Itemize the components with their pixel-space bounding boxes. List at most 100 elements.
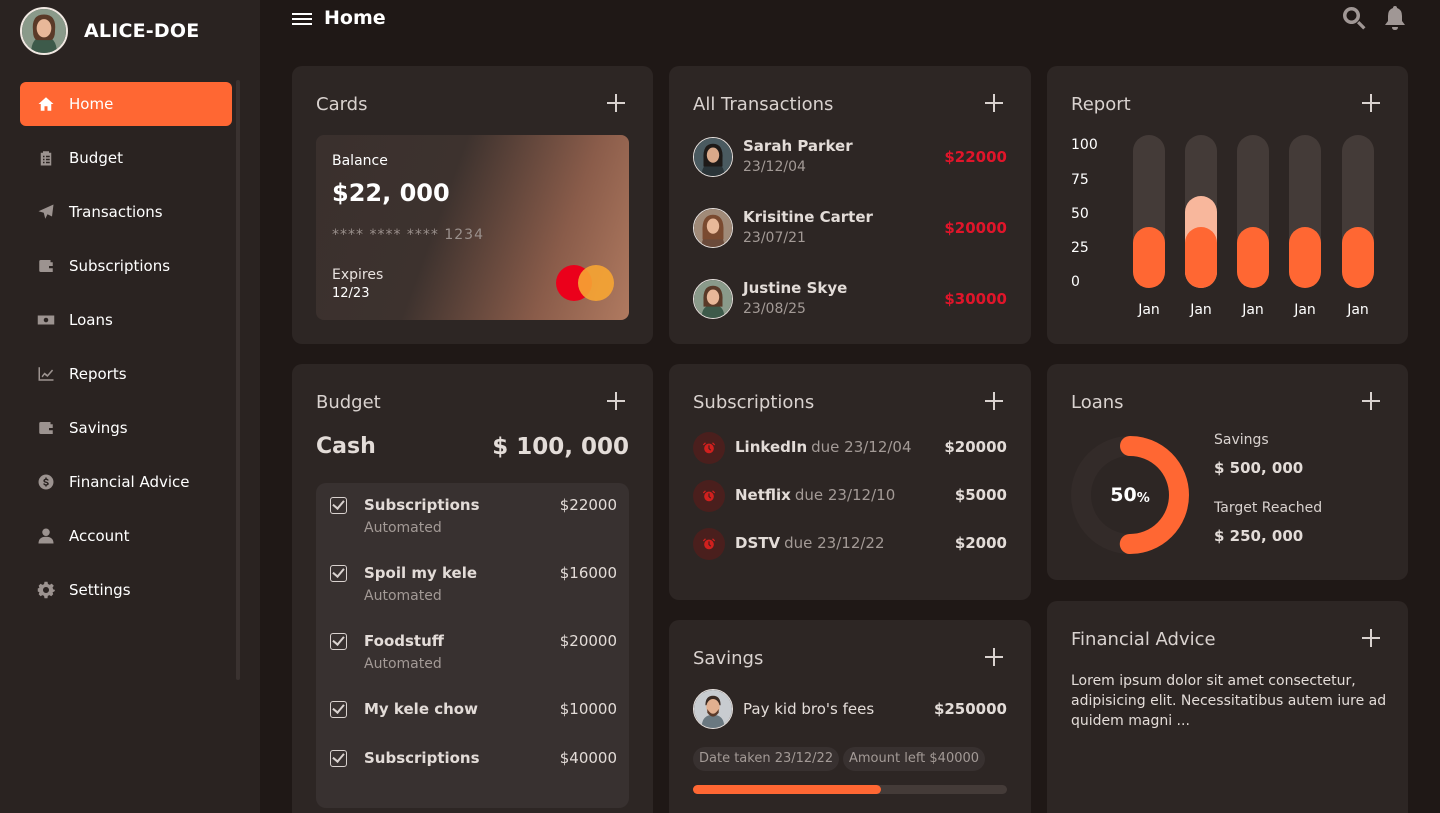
profile[interactable]: ALICE-DOE: [20, 6, 199, 56]
sidebar-item-budget[interactable]: Budget: [20, 136, 232, 180]
add-report-button[interactable]: [1362, 94, 1380, 112]
transaction-row[interactable]: Krisitine Carter 23/07/21 $20000: [693, 208, 1007, 250]
transactions-panel: All Transactions Sarah Parker 23/12/04 $…: [669, 66, 1031, 344]
transaction-date: 23/12/04: [743, 159, 806, 175]
x-tick-label: Jan: [1138, 302, 1160, 318]
subscription-row[interactable]: Netflix due 23/12/10 $5000: [693, 480, 1007, 512]
budget-item-name: Subscriptions: [364, 749, 480, 767]
cash-label: Cash: [316, 434, 376, 459]
alarm-icon: [693, 528, 725, 560]
avatar[interactable]: [20, 7, 68, 55]
profile-name: ALICE-DOE: [84, 20, 200, 42]
paper-plane-icon: [36, 202, 56, 222]
y-tick-label: 75: [1071, 172, 1089, 188]
budget-list: Subscriptions Automated $22000 Spoil my …: [316, 483, 629, 808]
transaction-amount: $30000: [944, 290, 1007, 308]
checkbox[interactable]: [330, 750, 347, 767]
wallet-icon: [36, 256, 56, 276]
y-tick-label: 100: [1071, 137, 1098, 153]
sidebar-item-loans[interactable]: Loans: [20, 298, 232, 342]
transaction-name: Krisitine Carter: [743, 208, 873, 226]
subscription-row[interactable]: DSTV due 23/12/22 $2000: [693, 528, 1007, 560]
checkbox[interactable]: [330, 701, 347, 718]
bell-icon[interactable]: [1382, 5, 1408, 31]
savings-panel: Savings Pay kid bro's fees $250000 Date …: [669, 620, 1031, 813]
budget-item-amount: $16000: [559, 564, 617, 582]
sidebar-item-label: Budget: [69, 149, 123, 167]
budget-panel: Budget Cash $ 100, 000 Subscriptions Aut…: [292, 364, 653, 813]
checkbox[interactable]: [330, 633, 347, 650]
financial-advice-text: Lorem ipsum dolor sit amet consectetur, …: [1071, 673, 1387, 729]
subscription-amount: $5000: [954, 486, 1007, 504]
budget-item-amount: $10000: [559, 700, 617, 718]
checkbox[interactable]: [330, 497, 347, 514]
cards-panel: Cards Balance $22, 000 **** **** **** 12…: [292, 66, 653, 344]
add-saving-button[interactable]: [985, 648, 1003, 666]
report-bar: [1133, 227, 1165, 288]
report-bar: [1342, 227, 1374, 288]
transaction-name: Justine Skye: [743, 279, 848, 297]
amount-left-chip: Amount left $40000: [843, 747, 986, 771]
subscription-row[interactable]: LinkedIn due 23/12/04 $20000: [693, 432, 1007, 464]
gear-icon: [36, 580, 56, 600]
sidebar-item-reports[interactable]: Reports: [20, 352, 232, 396]
report-bar-track: [1133, 135, 1165, 288]
add-subscription-button[interactable]: [985, 392, 1003, 410]
loans-panel: Loans 50% Savings $ 500, 000 Target Reac…: [1047, 364, 1408, 580]
sidebar-item-transactions[interactable]: Transactions: [20, 190, 232, 234]
transaction-row[interactable]: Justine Skye 23/08/25 $30000: [693, 279, 1007, 321]
sidebar-item-savings[interactable]: Savings: [20, 406, 232, 450]
y-tick-label: 50: [1071, 206, 1089, 222]
add-advice-button[interactable]: [1362, 629, 1380, 647]
credit-card[interactable]: Balance $22, 000 **** **** **** 1234 Exp…: [316, 135, 629, 320]
transaction-amount: $22000: [944, 148, 1007, 166]
y-tick-label: 25: [1071, 240, 1089, 256]
subscription-name: DSTV due 23/12/22: [735, 534, 885, 552]
search-icon[interactable]: [1341, 5, 1367, 31]
page-title: Home: [324, 7, 386, 29]
budget-item-sub: Automated: [364, 520, 442, 536]
hamburger-menu-icon[interactable]: [292, 10, 312, 28]
subscription-name: Netflix due 23/12/10: [735, 486, 896, 504]
saving-name: Pay kid bro's fees: [743, 700, 875, 718]
card-number: **** **** **** 1234: [332, 227, 484, 243]
add-transaction-button[interactable]: [985, 94, 1003, 112]
avatar: [693, 279, 733, 319]
transactions-title: All Transactions: [693, 94, 834, 115]
transaction-date: 23/07/21: [743, 230, 806, 246]
loan-percent: 50%: [1110, 484, 1150, 506]
sidebar-nav: Home Budget Transactions Subscriptions L…: [20, 82, 232, 622]
x-tick-label: Jan: [1294, 302, 1316, 318]
wallet-icon: [36, 418, 56, 438]
budget-item-name: Foodstuff: [364, 632, 444, 650]
date-taken-chip: Date taken 23/12/22: [693, 747, 840, 771]
report-title: Report: [1071, 94, 1131, 115]
add-budget-button[interactable]: [607, 392, 625, 410]
add-loan-button[interactable]: [1362, 392, 1380, 410]
sidebar-item-financial-advice[interactable]: Financial Advice: [20, 460, 232, 504]
budget-item-name: Spoil my kele: [364, 564, 478, 582]
expires-label: Expires: [332, 267, 384, 283]
x-tick-label: Jan: [1190, 302, 1212, 318]
sidebar-scrollbar[interactable]: [236, 80, 240, 680]
money-icon: [36, 310, 56, 330]
sidebar-item-settings[interactable]: Settings: [20, 568, 232, 612]
sidebar-item-home[interactable]: Home: [20, 82, 232, 126]
transaction-name: Sarah Parker: [743, 137, 853, 155]
add-card-button[interactable]: [607, 94, 625, 112]
home-icon: [36, 94, 56, 114]
mastercard-logo: [556, 265, 614, 303]
savings-title: Savings: [693, 648, 764, 669]
sidebar-item-label: Home: [69, 95, 114, 113]
dollar-circle-icon: [36, 472, 56, 492]
loans-title: Loans: [1071, 392, 1124, 413]
avatar: [693, 689, 733, 729]
transaction-row[interactable]: Sarah Parker 23/12/04 $22000: [693, 137, 1007, 179]
sidebar-item-account[interactable]: Account: [20, 514, 232, 558]
subscription-due: due 23/12/10: [794, 486, 896, 504]
checkbox[interactable]: [330, 565, 347, 582]
sidebar-item-label: Loans: [69, 311, 113, 329]
sidebar-item-subscriptions[interactable]: Subscriptions: [20, 244, 232, 288]
budget-item-amount: $20000: [559, 632, 617, 650]
saving-amount: $250000: [933, 700, 1007, 718]
